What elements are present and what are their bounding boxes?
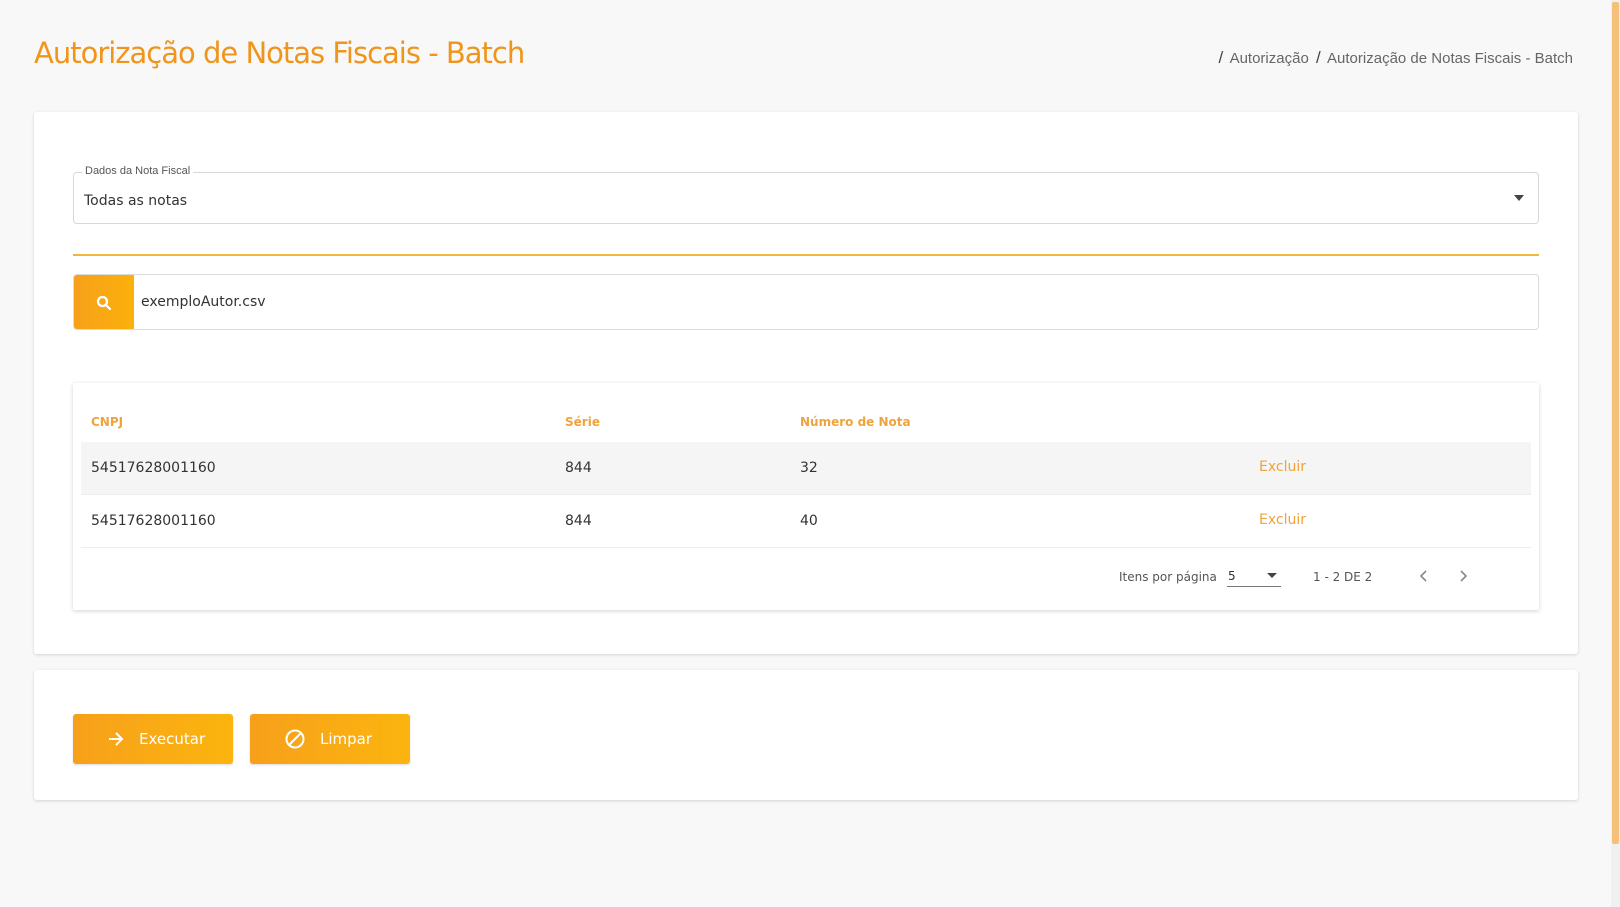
- search-bar: [73, 274, 1539, 330]
- clear-button[interactable]: Limpar: [250, 714, 410, 764]
- breadcrumb: / Autorização / Autorização de Notas Fis…: [1219, 48, 1577, 68]
- table-row: 54517628001160 844 32 Excluir: [81, 442, 1531, 495]
- table-row: 54517628001160 844 40 Excluir: [81, 495, 1531, 548]
- chevron-down-icon: [1267, 573, 1277, 578]
- page-size-select[interactable]: 5: [1227, 563, 1281, 587]
- arrow-right-icon: [109, 732, 124, 746]
- nota-fiscal-select[interactable]: Dados da Nota Fiscal Todas as notas: [73, 165, 1539, 224]
- cell-numero: 32: [800, 460, 818, 476]
- chevron-right-icon: [1460, 570, 1468, 582]
- cell-cnpj: 54517628001160: [91, 513, 216, 529]
- items-per-page-label: Itens por página: [1119, 570, 1217, 584]
- next-page-button[interactable]: [1451, 564, 1475, 588]
- search-icon: [96, 295, 112, 311]
- page-size-value: 5: [1228, 569, 1236, 583]
- delete-link[interactable]: Excluir: [1259, 459, 1306, 475]
- scrollbar-track[interactable]: [1611, 0, 1620, 907]
- breadcrumb-item-current: Autorização de Notas Fiscais - Batch: [1327, 50, 1573, 67]
- previous-page-button[interactable]: [1412, 564, 1436, 588]
- page-title: Autorização de Notas Fiscais - Batch: [34, 36, 525, 70]
- clear-label: Limpar: [320, 730, 373, 748]
- scrollbar-thumb[interactable]: [1612, 2, 1619, 844]
- breadcrumb-item-autorizacao[interactable]: Autorização: [1230, 50, 1309, 67]
- divider: [73, 254, 1539, 256]
- search-button[interactable]: [74, 275, 134, 329]
- page-range: 1 - 2 DE 2: [1313, 570, 1373, 584]
- column-header-cnpj: CNPJ: [91, 415, 124, 429]
- breadcrumb-separator: /: [1218, 48, 1224, 67]
- execute-button[interactable]: Executar: [73, 714, 233, 764]
- execute-label: Executar: [139, 730, 206, 748]
- chevron-down-icon: [1514, 195, 1524, 201]
- cell-serie: 844: [565, 513, 592, 529]
- column-header-serie: Série: [565, 415, 600, 429]
- cell-numero: 40: [800, 513, 818, 529]
- cell-serie: 844: [565, 460, 592, 476]
- file-search-input[interactable]: [134, 275, 1538, 329]
- select-value: Todas as notas: [84, 193, 188, 209]
- page: Autorização de Notas Fiscais - Batch / A…: [0, 0, 1620, 907]
- column-header-numero: Número de Nota: [800, 415, 911, 429]
- breadcrumb-separator: /: [1315, 48, 1321, 67]
- actions-card: Executar Limpar: [34, 670, 1578, 800]
- cell-cnpj: 54517628001160: [91, 460, 216, 476]
- chevron-left-icon: [1419, 570, 1427, 582]
- block-icon: [285, 729, 305, 749]
- main-card: Dados da Nota Fiscal Todas as notas CNPJ…: [34, 112, 1578, 654]
- notes-table: CNPJ Série Número de Nota 54517628001160…: [73, 383, 1539, 610]
- select-label: Dados da Nota Fiscal: [82, 165, 194, 177]
- delete-link[interactable]: Excluir: [1259, 512, 1306, 528]
